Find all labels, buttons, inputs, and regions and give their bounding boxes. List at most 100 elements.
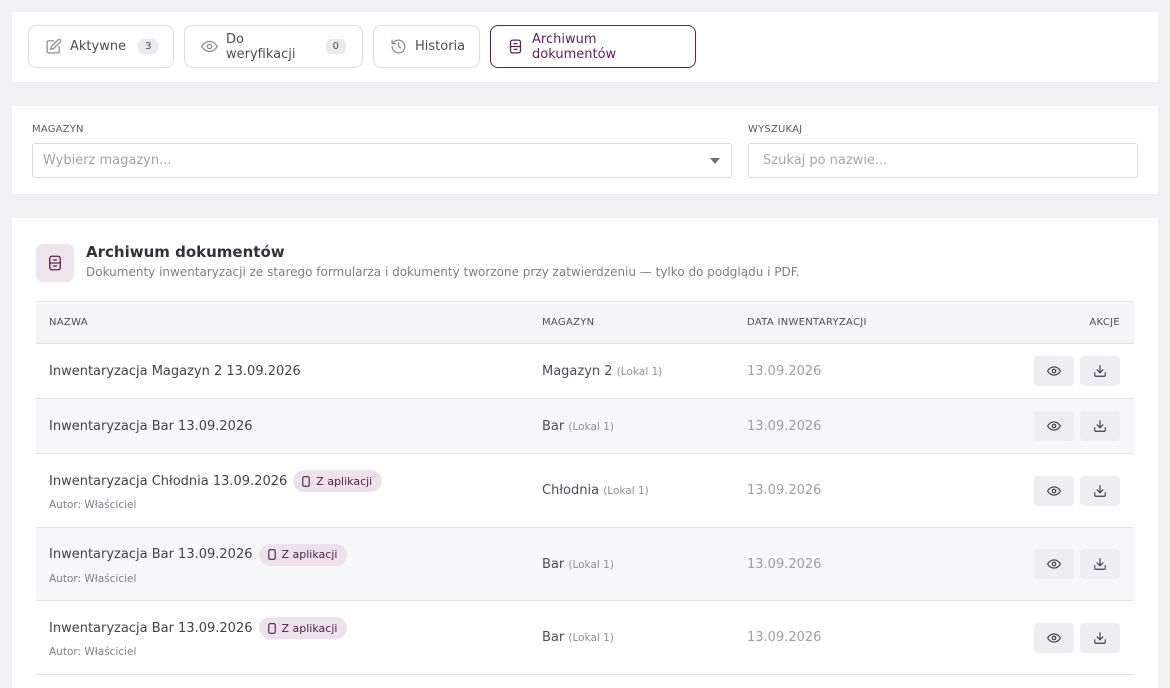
cell-actions xyxy=(952,344,1134,399)
download-icon xyxy=(1093,484,1107,498)
view-button[interactable] xyxy=(1034,622,1074,653)
warehouse-label: MAGAZYN xyxy=(32,124,84,135)
archive-subtitle: Dokumenty inwentaryzacji ze starego form… xyxy=(86,265,800,279)
download-pdf-button[interactable] xyxy=(1080,411,1120,441)
warehouse-location: (Lokal 1) xyxy=(603,485,649,497)
cell-name: Inwentaryzacja Bar 13.09.2026 Z aplikacji… xyxy=(36,601,542,675)
inventory-date: 13.09.2026 xyxy=(747,483,822,498)
document-author: Autor: Właściciel xyxy=(49,499,137,511)
eye-icon xyxy=(1047,557,1061,571)
archive-title: Archiwum dokumentów xyxy=(86,243,285,261)
tab-count-badge: 3 xyxy=(138,39,159,54)
cell-actions xyxy=(952,528,1134,601)
badge-label: Z aplikacji xyxy=(281,621,338,635)
inventory-date: 13.09.2026 xyxy=(747,630,822,645)
tab-verification[interactable]: Do weryfikacji 0 xyxy=(184,25,363,68)
download-pdf-button[interactable] xyxy=(1080,356,1120,386)
cell-warehouse: Bar (Lokal 1) xyxy=(542,528,747,601)
source-badge: Z aplikacji xyxy=(258,543,348,566)
view-button[interactable] xyxy=(1034,475,1074,506)
document-author: Autor: Właściciel xyxy=(49,646,137,658)
download-pdf-button[interactable] xyxy=(1080,549,1120,579)
cell-actions xyxy=(952,454,1134,528)
eye-icon xyxy=(1047,364,1061,378)
download-pdf-button[interactable] xyxy=(1080,622,1120,653)
document-author: Autor: Właściciel xyxy=(49,572,137,585)
warehouse-name: Chłodnia xyxy=(542,483,600,498)
document-name-wrap: Inwentaryzacja Bar 13.09.2026 Z aplikacji xyxy=(49,617,348,639)
table-row: Inwentaryzacja Bar 13.09.2026 Z aplikacji… xyxy=(36,601,1134,675)
download-icon xyxy=(1093,419,1107,433)
source-badge: Z aplikacji xyxy=(293,470,383,492)
document-name: Inwentaryzacja Bar 13.09.2026 xyxy=(49,418,253,434)
archive-icon xyxy=(36,244,74,282)
history-icon xyxy=(391,39,406,54)
tab-label: Archiwum dokumentów xyxy=(532,31,617,62)
cell-warehouse: Bar (Lokal 1) xyxy=(542,601,747,675)
tabs-bar: Aktywne 3 Do weryfikacji 0 Historia Arch… xyxy=(12,12,1158,82)
tab-archive[interactable]: Archiwum dokumentów xyxy=(490,25,696,68)
chevron-down-icon xyxy=(710,158,720,164)
document-name: Inwentaryzacja Magazyn 2 13.09.2026 xyxy=(49,363,301,379)
warehouse-location: (Lokal 1) xyxy=(568,420,614,433)
document-name-wrap: Inwentaryzacja Bar 13.09.2026 xyxy=(49,419,253,434)
cell-date: 13.09.2026 xyxy=(747,601,952,675)
inventory-date: 13.09.2026 xyxy=(747,556,822,572)
warehouse-name: Bar xyxy=(542,556,565,572)
column-header-name: NAZWA xyxy=(49,317,88,328)
inventory-date: 13.09.2026 xyxy=(747,363,822,379)
cell-warehouse: Bar (Lokal 1) xyxy=(542,399,747,454)
tab-label: Do weryfikacji xyxy=(226,31,296,62)
view-button[interactable] xyxy=(1034,549,1074,579)
warehouse-placeholder: Wybierz magazyn... xyxy=(43,153,172,168)
view-button[interactable] xyxy=(1034,356,1074,386)
source-badge: Z aplikacji xyxy=(258,617,348,639)
table-row: Inwentaryzacja Bar 13.09.2026 Z aplikacji… xyxy=(36,527,1134,601)
table-row: Inwentaryzacja Magazyn 2 13.09.2026 Magaz… xyxy=(36,344,1134,399)
search-field xyxy=(748,143,1138,178)
warehouse-name: Bar xyxy=(542,418,565,434)
cell-name: Inwentaryzacja Magazyn 2 13.09.2026 xyxy=(36,344,542,399)
eye-icon xyxy=(201,40,218,53)
table-row: Inwentaryzacja Bar 13.09.2026 Bar (Lokal … xyxy=(36,398,1134,454)
view-button[interactable] xyxy=(1034,411,1074,441)
warehouse-select[interactable]: Wybierz magazyn... xyxy=(32,143,732,178)
cell-date: 13.09.2026 xyxy=(747,528,952,601)
download-icon xyxy=(1093,364,1107,378)
tab-label: Aktywne xyxy=(70,39,127,54)
warehouse-name: Magazyn 2 xyxy=(542,363,613,379)
warehouse-location: (Lokal 1) xyxy=(568,632,614,644)
tab-count-badge: 0 xyxy=(325,39,346,54)
document-name: Inwentaryzacja Bar 13.09.2026 xyxy=(49,620,253,636)
document-name-wrap: Inwentaryzacja Bar 13.09.2026 Z aplikacji xyxy=(49,543,348,566)
warehouse-location: (Lokal 1) xyxy=(568,558,614,571)
table-header-row: NAZWA MAGAZYN DATA INWENTARYZACJI AKCJE xyxy=(36,301,1134,344)
table-row: Inwentaryzacja Chłodnia 13.09.2026 Z apli… xyxy=(36,454,1134,528)
badge-label: Z aplikacji xyxy=(316,474,373,488)
cell-date: 13.09.2026 xyxy=(747,399,952,454)
search-label: WYSZUKAJ xyxy=(748,124,803,135)
document-name-wrap: Inwentaryzacja Chłodnia 13.09.2026 Z apli… xyxy=(49,470,383,492)
cell-warehouse: Magazyn 2 (Lokal 1) xyxy=(542,344,747,399)
eye-icon xyxy=(1047,484,1061,498)
download-pdf-button[interactable] xyxy=(1080,475,1120,506)
search-input[interactable] xyxy=(763,153,1127,168)
document-name: Inwentaryzacja Bar 13.09.2026 xyxy=(49,547,253,562)
archive-icon xyxy=(509,39,522,54)
download-icon xyxy=(1093,557,1107,571)
tab-label: Historia xyxy=(415,39,466,54)
warehouse-name: Bar xyxy=(542,630,565,645)
cell-actions xyxy=(952,399,1134,454)
eye-icon xyxy=(1047,631,1061,645)
eye-icon xyxy=(1047,419,1061,433)
tab-history[interactable]: Historia xyxy=(373,25,480,68)
edit-icon xyxy=(46,38,62,54)
cell-name: Inwentaryzacja Bar 13.09.2026 Z aplikacji… xyxy=(36,528,542,601)
tab-active[interactable]: Aktywne 3 xyxy=(28,25,174,68)
column-header-date: DATA INWENTARYZACJI xyxy=(747,317,867,328)
smartphone-icon xyxy=(267,622,277,634)
cell-name: Inwentaryzacja Bar 13.09.2026 xyxy=(36,399,542,454)
download-icon xyxy=(1093,631,1107,645)
cell-name: Inwentaryzacja Chłodnia 13.09.2026 Z apli… xyxy=(36,454,542,528)
archive-panel: Archiwum dokumentów Dokumenty inwentaryz… xyxy=(12,218,1158,688)
